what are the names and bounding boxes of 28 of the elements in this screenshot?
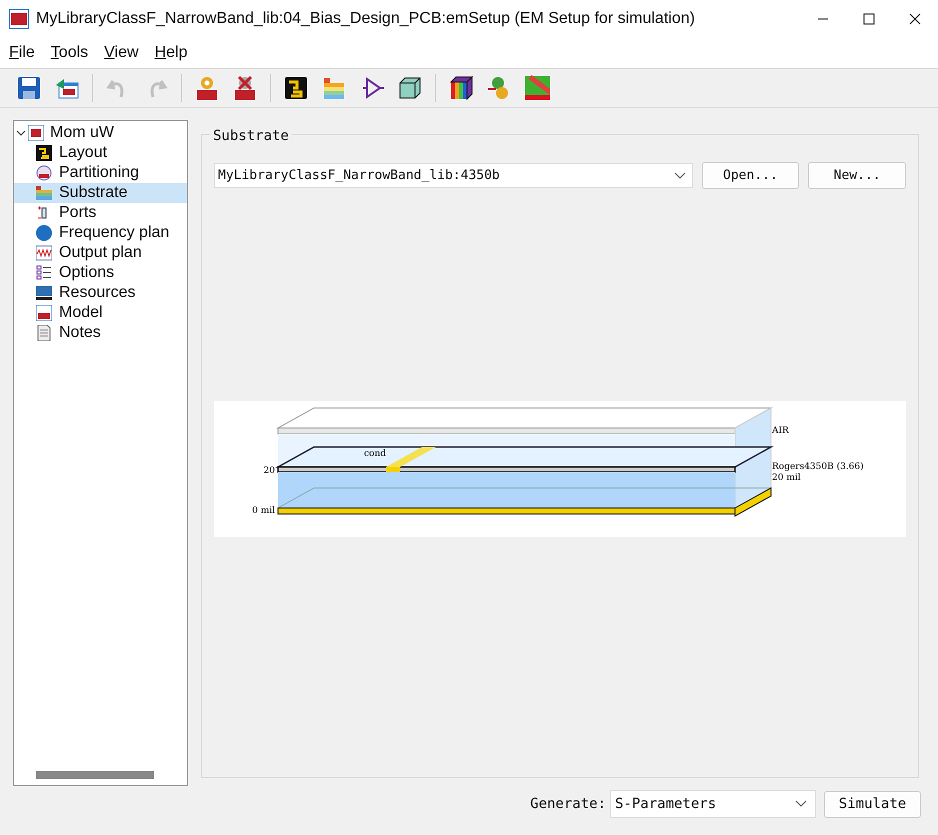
generate-dropdown[interactable]: S-Parameters [610,790,816,818]
tree-item[interactable]: Frequency plan [14,223,187,243]
tree-item[interactable]: Ports [14,203,187,223]
dialog-button[interactable]: New... [808,162,906,189]
tree-item[interactable]: Layout [14,143,187,163]
tree-item[interactable]: Output plan [14,243,187,263]
menu-item[interactable]: View [104,40,139,64]
layer-label: 20 mil [772,473,801,483]
tree-item[interactable]: Model [14,303,187,323]
generate-label: Generate: [530,794,606,814]
height-label: 20 [264,466,275,476]
dialog-button[interactable]: Open... [702,162,800,189]
substrate-dropdown[interactable]: MyLibraryClassF_NarrowBand_lib:4350b [214,163,693,188]
menu-item[interactable]: File [9,40,35,64]
tree-item[interactable]: Mom uW [49,121,115,145]
layer-label: Rogers4350B (3.66) [772,462,864,472]
menu-item[interactable]: Help [154,40,188,64]
menu-item[interactable]: Tools [50,40,88,64]
layer-label: AIR [772,426,789,436]
tree-item[interactable]: Notes [14,323,187,343]
tree-item[interactable]: Options [14,263,187,283]
window-title: MyLibraryClassF_NarrowBand_lib:04_Bias_Design_PCB:emSetup (EM Setup for simulation) [36,8,695,28]
height-label: 0 mil [252,506,275,516]
tree-item[interactable]: Partitioning [14,163,187,183]
tree-item[interactable]: Substrate [14,183,187,203]
tree-item[interactable]: Resources [14,283,187,303]
conductor-label: cond [364,449,386,459]
simulate-button[interactable]: Simulate [824,790,921,818]
